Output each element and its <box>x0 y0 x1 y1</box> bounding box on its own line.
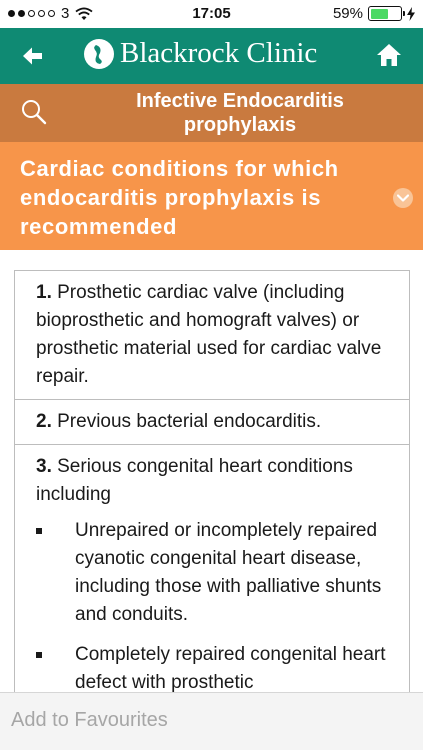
item-text: Prosthetic cardiac valve (including biop… <box>36 282 382 387</box>
item-number: 2. <box>36 411 52 432</box>
bullet-item: Unrepaired or incompletely repaired cyan… <box>36 517 389 629</box>
bullet-text: Unrepaired or incompletely repaired cyan… <box>75 520 382 625</box>
battery-percent: 59% <box>332 5 363 22</box>
battery-fill <box>370 8 388 19</box>
section-header[interactable]: Cardiac conditions for which endocarditi… <box>0 142 423 250</box>
footer-bar: Add to Favourites <box>0 692 423 750</box>
app-header: Blackrock Clinic <box>0 28 423 84</box>
home-icon <box>377 44 401 66</box>
status-right: 59% <box>333 5 415 22</box>
add-to-favourites-button[interactable]: Add to Favourites <box>11 709 168 732</box>
app-title: Blackrock Clinic <box>120 37 318 69</box>
item-text: Serious congenital heart conditions incl… <box>36 456 353 505</box>
charging-bolt-icon <box>407 6 415 21</box>
list-item: 3. Serious congenital heart conditions i… <box>15 444 409 692</box>
status-bar: 3 17:05 59% <box>0 0 423 28</box>
bullet-item: Completely repaired congenital heart def… <box>36 641 389 692</box>
home-button[interactable] <box>375 41 403 69</box>
bullet-list: Unrepaired or incompletely repaired cyan… <box>36 517 389 692</box>
left-arrow-icon <box>23 47 42 65</box>
clinic-logo: Blackrock Clinic <box>84 37 317 70</box>
item-number: 3. <box>36 456 52 477</box>
list-item: 2. Previous bacterial endocarditis. <box>15 399 409 444</box>
search-icon <box>22 100 47 125</box>
bullet-text: Completely repaired congenital heart def… <box>75 644 386 692</box>
clinic-logo-icon <box>84 38 114 69</box>
back-button[interactable] <box>18 42 48 70</box>
title-bar: Infective Endocarditis prophylaxis <box>0 84 423 142</box>
collapse-section-button[interactable] <box>393 188 413 208</box>
bullet-marker <box>36 528 42 534</box>
item-text: Previous bacterial endocarditis. <box>51 411 322 432</box>
content-table[interactable]: 1. Prosthetic cardiac valve (including b… <box>14 270 410 692</box>
section-title: Cardiac conditions for which endocarditi… <box>20 156 339 239</box>
item-number: 1. <box>36 282 52 303</box>
search-button[interactable] <box>20 98 48 126</box>
list-item: 1. Prosthetic cardiac valve (including b… <box>15 270 409 399</box>
chevron-down-icon <box>397 194 409 202</box>
battery-icon <box>368 6 405 21</box>
page-title: Infective Endocarditis prophylaxis <box>136 90 344 136</box>
bullet-marker <box>36 652 42 658</box>
